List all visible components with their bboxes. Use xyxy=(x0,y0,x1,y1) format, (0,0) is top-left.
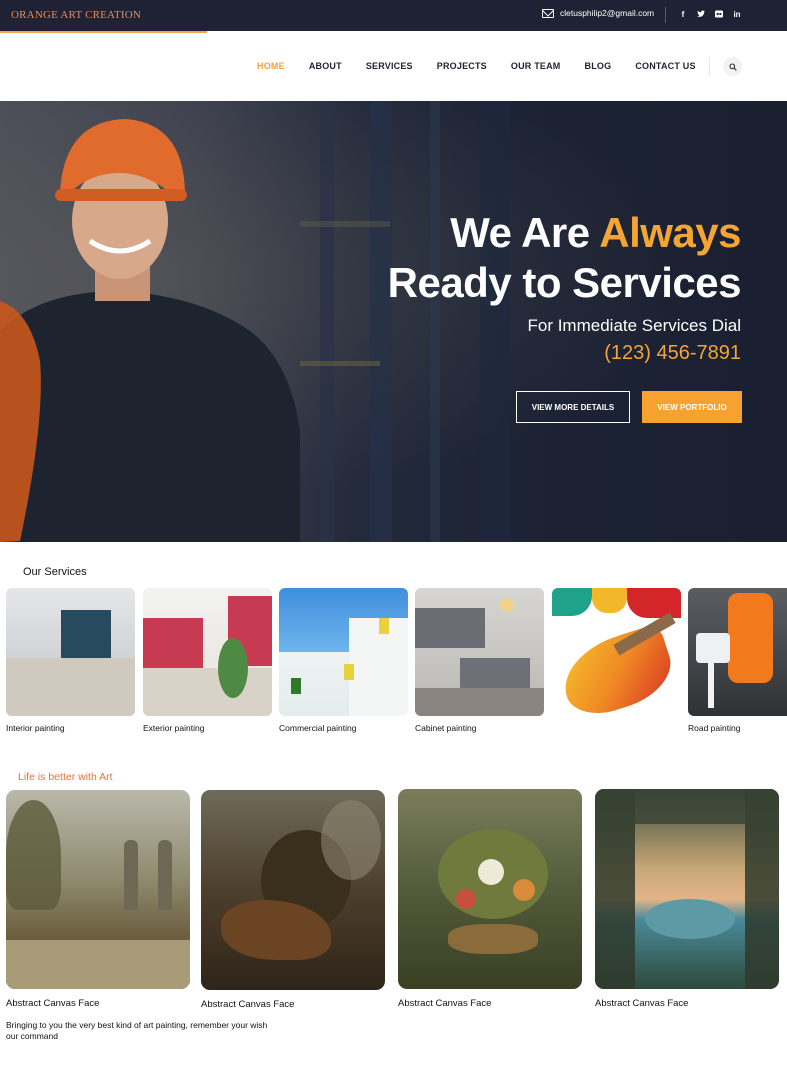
twitter-icon[interactable] xyxy=(697,9,705,19)
art-card[interactable]: Abstract Canvas Face xyxy=(6,790,190,1009)
nav-menu: HOME ABOUT SERVICES PROJECTS OUR TEAM BL… xyxy=(257,61,720,71)
service-card-cabinet[interactable]: Cabinet painting xyxy=(415,588,544,733)
hero-phone[interactable]: (123) 456-7891 xyxy=(604,342,741,365)
service-image[interactable] xyxy=(552,588,681,716)
art-label[interactable]: Abstract Canvas Face xyxy=(595,998,779,1009)
service-label[interactable]: Interior painting xyxy=(6,723,135,733)
service-image[interactable] xyxy=(279,588,408,716)
hero-title-line2: Ready to Services xyxy=(387,259,742,306)
service-card-exterior[interactable]: Exterior painting xyxy=(143,588,272,733)
art-label[interactable]: Abstract Canvas Face xyxy=(6,998,190,1009)
service-image[interactable] xyxy=(6,588,135,716)
art-image[interactable] xyxy=(398,789,582,989)
service-image[interactable] xyxy=(143,588,272,716)
art-image[interactable] xyxy=(6,790,190,989)
service-image[interactable] xyxy=(688,588,787,716)
search-button[interactable] xyxy=(723,57,742,76)
nav-divider xyxy=(709,57,710,75)
service-card-commercial[interactable]: Commercial painting xyxy=(279,588,408,733)
top-divider xyxy=(665,7,666,23)
art-card[interactable]: Abstract Canvas Face xyxy=(595,789,779,1009)
art-card[interactable]: Abstract Canvas Face xyxy=(398,789,582,1009)
main-navigation: HOME ABOUT SERVICES PROJECTS OUR TEAM BL… xyxy=(0,31,787,101)
nav-item-contact[interactable]: CONTACT US xyxy=(635,61,695,71)
contact-email[interactable]: cletusphilip2@gmail.com xyxy=(542,8,654,18)
hero-title-accent: Always xyxy=(599,209,741,256)
nav-item-projects[interactable]: PROJECTS xyxy=(437,61,487,71)
art-label[interactable]: Abstract Canvas Face xyxy=(201,999,385,1010)
mail-icon xyxy=(542,8,554,18)
facebook-icon[interactable]: f xyxy=(679,9,687,19)
art-card[interactable]: Abstract Canvas Face xyxy=(201,790,385,1010)
view-details-button[interactable]: VIEW MORE DETAILS xyxy=(516,391,630,423)
service-image[interactable] xyxy=(415,588,544,716)
art-tagline: Bringing to you the very best kind of ar… xyxy=(6,1020,268,1041)
art-label[interactable]: Abstract Canvas Face xyxy=(398,998,582,1009)
flickr-icon[interactable] xyxy=(715,9,723,19)
social-links: f in xyxy=(679,9,741,19)
hero-title-line1: We Are Always xyxy=(450,209,741,257)
service-card-interior[interactable]: Interior painting xyxy=(6,588,135,733)
email-text[interactable]: cletusphilip2@gmail.com xyxy=(560,8,654,18)
service-label[interactable]: Commercial painting xyxy=(279,723,408,733)
services-heading: Our Services xyxy=(23,566,87,578)
hero-factory-image xyxy=(300,101,510,542)
service-label[interactable]: Exterior painting xyxy=(143,723,272,733)
art-image[interactable] xyxy=(595,789,779,989)
service-label[interactable]: Cabinet painting xyxy=(415,723,544,733)
nav-item-home[interactable]: HOME xyxy=(257,61,285,71)
nav-item-about[interactable]: ABOUT xyxy=(309,61,342,71)
service-label[interactable]: Road painting xyxy=(688,723,787,733)
nav-accent-line xyxy=(0,31,207,33)
hero-title-text: We Are xyxy=(450,209,600,256)
hero-banner: We Are Always Ready to Services For Imme… xyxy=(0,101,787,542)
top-bar: ORANGE ART CREATION cletusphilip2@gmail.… xyxy=(0,0,787,31)
view-portfolio-button[interactable]: VIEW PORTFOLIO xyxy=(642,391,742,423)
nav-item-our-team[interactable]: OUR TEAM xyxy=(511,61,561,71)
service-card-paint-brush[interactable] xyxy=(552,588,681,723)
search-icon xyxy=(728,62,737,71)
nav-item-blog[interactable]: BLOG xyxy=(585,61,612,71)
service-card-road[interactable]: Road painting xyxy=(688,588,787,733)
brand-logo-text[interactable]: ORANGE ART CREATION xyxy=(11,9,141,21)
art-heading: Life is better with Art xyxy=(18,771,113,783)
nav-item-services[interactable]: SERVICES xyxy=(366,61,413,71)
hero-subtitle: For Immediate Services Dial xyxy=(527,316,741,335)
linkedin-icon[interactable]: in xyxy=(733,9,741,19)
worker-image xyxy=(0,119,300,542)
art-image[interactable] xyxy=(201,790,385,990)
